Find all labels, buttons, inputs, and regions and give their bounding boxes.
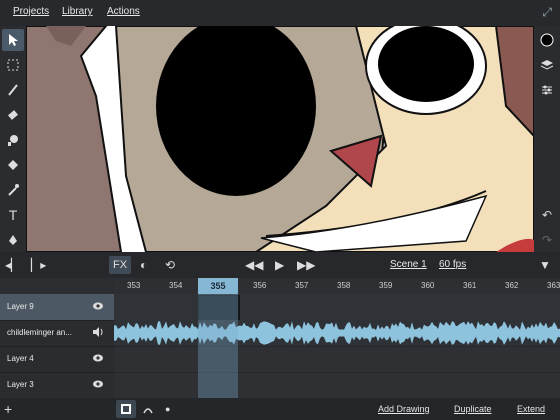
track-row[interactable] xyxy=(114,294,560,320)
pen-icon[interactable] xyxy=(2,229,24,251)
collapse-icon[interactable]: ▼ xyxy=(539,256,551,274)
next-frame-icon[interactable]: ▏▸ xyxy=(31,256,46,274)
rewind-icon[interactable]: ◀◀ xyxy=(245,256,263,274)
frame-362: 362 xyxy=(505,281,519,290)
keyframe-mode-icon[interactable] xyxy=(116,400,136,418)
add-layer-icon[interactable]: + xyxy=(4,400,12,418)
layer-name: Layer 3 xyxy=(7,380,34,389)
layer-row[interactable]: Layer 3 xyxy=(0,372,114,399)
color-dot-icon[interactable] xyxy=(536,29,558,51)
frame-353: 353 xyxy=(127,281,141,290)
frame-358: 358 xyxy=(337,281,351,290)
track-row[interactable] xyxy=(114,346,560,373)
duplicate-button[interactable]: Duplicate xyxy=(454,404,492,414)
layer-name: Layer 9 xyxy=(7,302,34,311)
menu-library[interactable]: Library xyxy=(62,6,93,17)
loop-icon[interactable]: ⟲ xyxy=(165,256,175,274)
layer-name: childleminger an... xyxy=(7,328,72,337)
eye-icon[interactable] xyxy=(92,301,104,314)
onion-skin-icon[interactable]: ◐ xyxy=(140,256,147,274)
lasso-select-icon[interactable] xyxy=(2,54,24,76)
tool-palette: T xyxy=(0,26,26,252)
prev-frame-icon[interactable]: ◂▏ xyxy=(5,256,20,274)
eyedropper-icon[interactable] xyxy=(2,179,24,201)
layers-icon[interactable] xyxy=(536,54,558,76)
playhead-column xyxy=(198,278,238,398)
fps-selector[interactable]: 60 fps xyxy=(439,259,466,270)
right-panel: ↶ ↷ xyxy=(534,26,560,252)
eye-icon[interactable] xyxy=(92,379,104,392)
playhead-current-frame[interactable]: 355 xyxy=(198,278,238,294)
extend-button[interactable]: Extend xyxy=(517,404,545,414)
frame-359: 359 xyxy=(379,281,393,290)
layer-name: Layer 4 xyxy=(7,354,34,363)
frame-357: 357 xyxy=(295,281,309,290)
add-drawing-button[interactable]: Add Drawing xyxy=(378,404,430,414)
smudge-icon[interactable] xyxy=(2,129,24,151)
menu-projects[interactable]: Projects xyxy=(13,6,49,17)
frame-356: 356 xyxy=(253,281,267,290)
fx-button[interactable]: FX xyxy=(109,256,131,274)
fill-icon[interactable] xyxy=(2,154,24,176)
timeline-tracks[interactable] xyxy=(114,294,560,398)
expand-icon[interactable]: ⤢ xyxy=(542,5,552,20)
adjust-icon[interactable] xyxy=(536,79,558,101)
frame-360: 360 xyxy=(421,281,435,290)
playback-bar: ◂▏ ▏▸ FX ◐ ⟲ ◀◀ ▶ ▶▶ Scene 1 60 fps ▼ xyxy=(0,252,560,278)
top-menu-bar: Projects Library Actions ⤢ xyxy=(0,0,560,26)
layer-row[interactable]: childleminger an... xyxy=(0,320,114,347)
layers-panel: Layer 9 childleminger an... Layer 4 Laye… xyxy=(0,294,114,399)
eraser-icon[interactable] xyxy=(2,104,24,126)
text-icon[interactable]: T xyxy=(2,204,24,226)
frame-363: 363 xyxy=(547,281,560,290)
layer-row[interactable]: Layer 4 xyxy=(0,346,114,373)
menu-actions[interactable]: Actions xyxy=(107,6,140,17)
select-arrow-icon[interactable] xyxy=(2,29,24,51)
layer-row[interactable]: Layer 9 xyxy=(0,294,114,321)
frame-361: 361 xyxy=(463,281,477,290)
play-icon[interactable]: ▶ xyxy=(275,256,284,274)
redo-icon[interactable]: ↷ xyxy=(536,229,558,251)
brush-icon[interactable] xyxy=(2,79,24,101)
bottom-action-bar: + ● Add Drawing Duplicate Extend xyxy=(0,398,560,420)
frame-354: 354 xyxy=(169,281,183,290)
drawing-canvas[interactable] xyxy=(26,26,534,252)
undo-icon[interactable]: ↶ xyxy=(536,204,558,226)
fast-forward-icon[interactable]: ▶▶ xyxy=(297,256,315,274)
dot-icon[interactable]: ● xyxy=(165,400,170,418)
tween-icon[interactable] xyxy=(142,400,154,418)
scene-selector[interactable]: Scene 1 xyxy=(390,259,427,270)
audio-waveform[interactable] xyxy=(114,320,560,346)
track-row[interactable] xyxy=(114,372,560,399)
eye-icon[interactable] xyxy=(92,353,104,366)
speaker-icon[interactable] xyxy=(92,327,104,340)
